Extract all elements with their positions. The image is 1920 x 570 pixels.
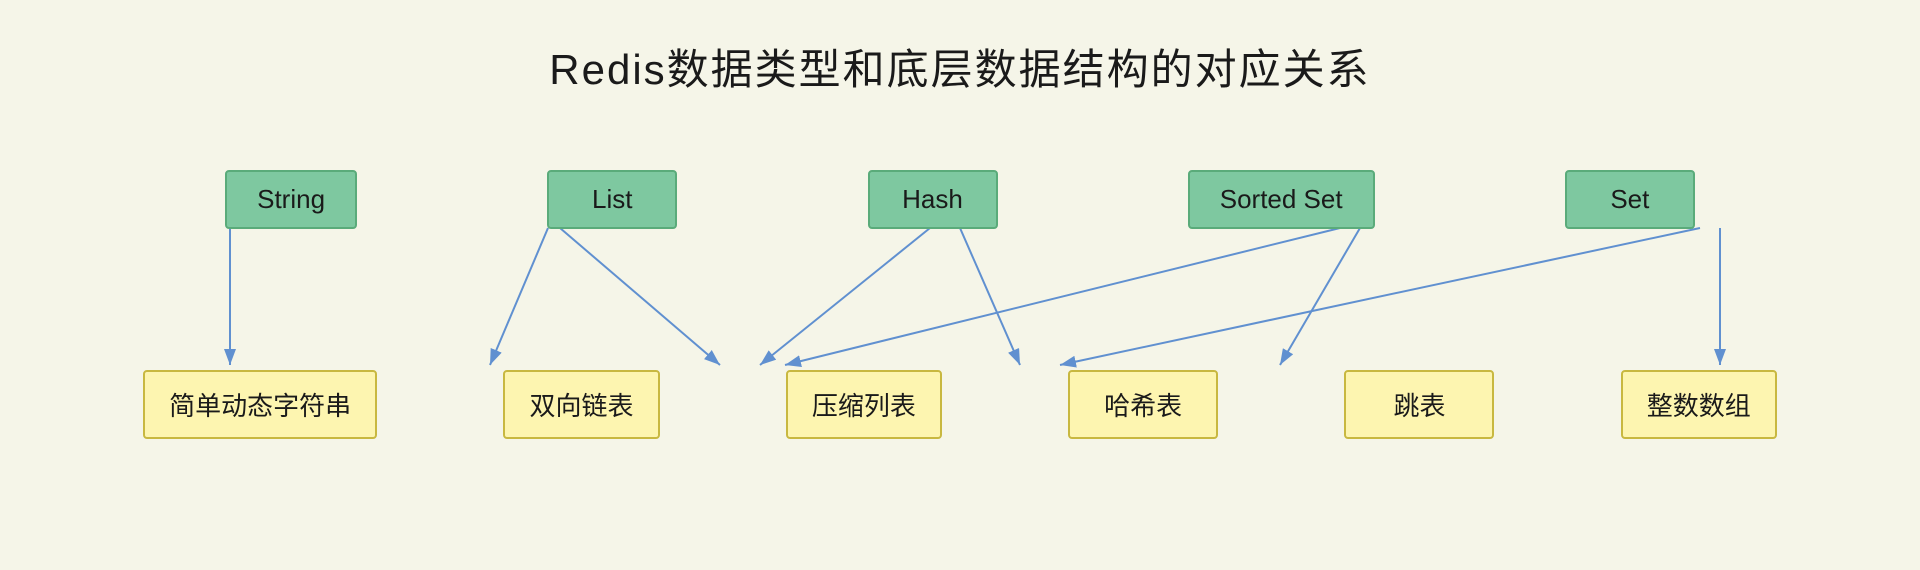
node-string: String bbox=[225, 170, 357, 229]
node-linkedlist: 双向链表 bbox=[503, 370, 659, 439]
node-hashtable: 哈希表 bbox=[1068, 370, 1218, 439]
top-nodes-row: String List Hash Sorted Set Set bbox=[0, 170, 1920, 229]
node-set: Set bbox=[1565, 170, 1695, 229]
node-sds: 简单动态字符串 bbox=[143, 370, 377, 439]
diagram-area: String List Hash Sorted Set Set 简单动态字符串 … bbox=[0, 150, 1920, 550]
node-sorted-set: Sorted Set bbox=[1188, 170, 1375, 229]
node-list: List bbox=[547, 170, 677, 229]
node-hash: Hash bbox=[868, 170, 998, 229]
page-title: Redis数据类型和底层数据结构的对应关系 bbox=[0, 0, 1920, 97]
bottom-nodes-row: 简单动态字符串 双向链表 压缩列表 哈希表 跳表 整数数组 bbox=[0, 370, 1920, 439]
node-skiplist: 跳表 bbox=[1344, 370, 1494, 439]
node-ziplist: 压缩列表 bbox=[786, 370, 942, 439]
node-intset: 整数数组 bbox=[1621, 370, 1777, 439]
main-container: Redis数据类型和底层数据结构的对应关系 bbox=[0, 0, 1920, 570]
